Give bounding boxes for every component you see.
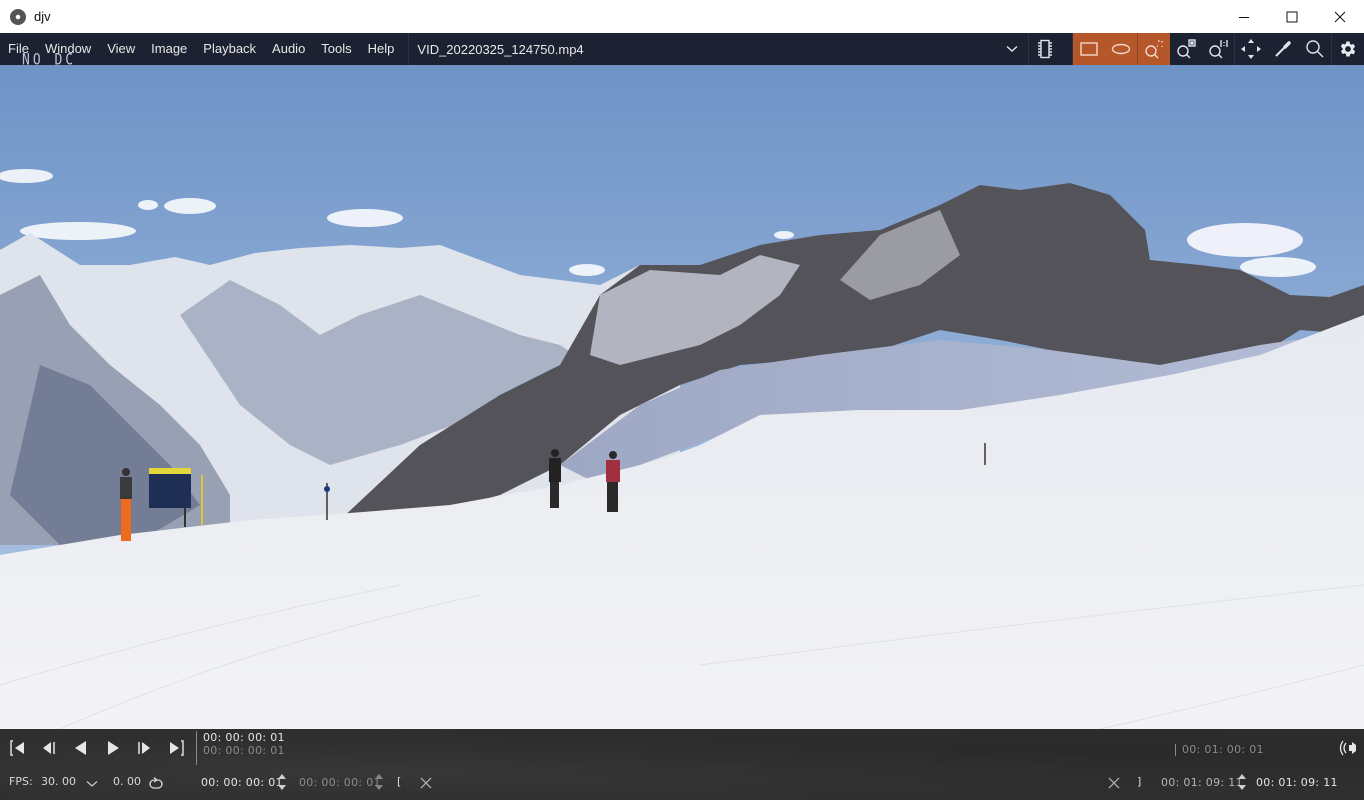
timeline-marker-line: [1175, 744, 1176, 756]
step-back-icon: [43, 742, 55, 754]
menu-help[interactable]: Help: [360, 33, 403, 65]
color-picker-button[interactable]: [1267, 33, 1299, 65]
frame-view-button[interactable]: [1073, 33, 1105, 65]
play-reverse-button[interactable]: [67, 737, 95, 759]
go-to-start-icon: [10, 740, 24, 756]
out-point-spinner[interactable]: [1238, 773, 1246, 791]
maximize-icon: [1286, 11, 1298, 22]
image-viewer[interactable]: [0, 65, 1364, 729]
zoom-1to1-button[interactable]: [1202, 33, 1234, 65]
magnify-button[interactable]: [1299, 33, 1331, 65]
zoom-reset-button[interactable]: [1170, 33, 1202, 65]
step-forward-button[interactable]: [130, 737, 158, 759]
chevron-down-icon: [1006, 45, 1018, 52]
move-arrows-icon: [1241, 39, 1261, 59]
close-button[interactable]: [1316, 0, 1364, 33]
current-time-secondary: 00: 00: 00: 01: [203, 744, 285, 757]
in-point-time-secondary[interactable]: 00: 00: 00: 01: [299, 776, 381, 789]
set-in-point-button[interactable]: [: [397, 775, 401, 788]
menu-audio[interactable]: Audio: [264, 33, 313, 65]
title-bar: djv: [0, 0, 1364, 33]
skier-orange: [120, 468, 132, 541]
speaker-icon: [1339, 740, 1356, 756]
in-point-time[interactable]: 00: 00: 00: 01: [201, 776, 283, 789]
zoom-one-to-one-icon: [1209, 40, 1228, 59]
current-time: 00: 00: 00: 01: [203, 731, 285, 744]
speed-value[interactable]: 0. 00: [113, 775, 141, 788]
magnify-icon: [1306, 40, 1324, 58]
ellipse-view-button[interactable]: [1105, 33, 1137, 65]
audio-button[interactable]: [1334, 737, 1362, 759]
timeline-cursor[interactable]: [196, 731, 197, 765]
reset-in-point-icon[interactable]: [420, 777, 432, 789]
step-back-button[interactable]: [35, 737, 63, 759]
move-tool-button[interactable]: [1235, 33, 1267, 65]
fps-dropdown-icon[interactable]: [86, 780, 98, 788]
maximize-button[interactable]: [1268, 0, 1316, 33]
set-out-point-button[interactable]: ]: [1137, 775, 1141, 788]
memory-cache-button[interactable]: [1029, 33, 1061, 65]
video-frame: [0, 65, 1364, 729]
fps-value[interactable]: 30. 00: [41, 775, 76, 788]
go-to-start-button[interactable]: [4, 737, 32, 759]
gear-icon: [1340, 41, 1356, 57]
go-to-end-icon: [170, 740, 184, 756]
zoom-reset-icon: [1177, 39, 1196, 59]
skier-red: [606, 451, 620, 512]
settings-button[interactable]: [1332, 33, 1364, 65]
close-icon: [1334, 11, 1346, 22]
menu-view[interactable]: View: [99, 33, 143, 65]
loop-icon[interactable]: [148, 776, 164, 790]
play-icon: [108, 741, 119, 755]
minimize-icon: [1239, 16, 1249, 18]
current-file-name[interactable]: VID_20220325_124750.mp4: [409, 42, 979, 57]
memory-chip-icon: [1038, 39, 1052, 59]
go-to-end-button[interactable]: [162, 737, 190, 759]
rectangle-frame-icon: [1080, 42, 1098, 56]
menu-tools[interactable]: Tools: [313, 33, 359, 65]
menu-image[interactable]: Image: [143, 33, 195, 65]
play-reverse-icon: [75, 741, 86, 755]
play-forward-button[interactable]: [99, 737, 127, 759]
zoom-fit-icon: [1145, 40, 1163, 59]
duration-time: 00: 01: 09: 11: [1256, 776, 1338, 789]
in-point-secondary-spinner[interactable]: [375, 773, 383, 791]
eyedropper-icon: [1275, 41, 1291, 57]
timeline-marker-time: 00: 01: 00: 01: [1182, 743, 1264, 756]
step-forward-icon: [138, 742, 150, 754]
no-display-color-overlay: NO DC: [22, 51, 77, 70]
window-title: djv: [34, 9, 51, 24]
in-point-spinner[interactable]: [278, 773, 286, 791]
playback-bar: 00: 00: 00: 01 00: 00: 00: 01 00: 01: 00…: [0, 729, 1364, 800]
fps-label: FPS:: [9, 775, 33, 788]
minimize-button[interactable]: [1220, 0, 1268, 33]
zoom-fit-button[interactable]: [1138, 33, 1170, 65]
out-point-time[interactable]: 00: 01: 09: 11: [1161, 776, 1243, 789]
ellipse-icon: [1111, 43, 1131, 55]
file-dropdown-button[interactable]: [996, 33, 1028, 65]
djv-app-icon: [10, 8, 26, 25]
reset-out-point-icon[interactable]: [1108, 777, 1120, 789]
menu-playback[interactable]: Playback: [195, 33, 264, 65]
